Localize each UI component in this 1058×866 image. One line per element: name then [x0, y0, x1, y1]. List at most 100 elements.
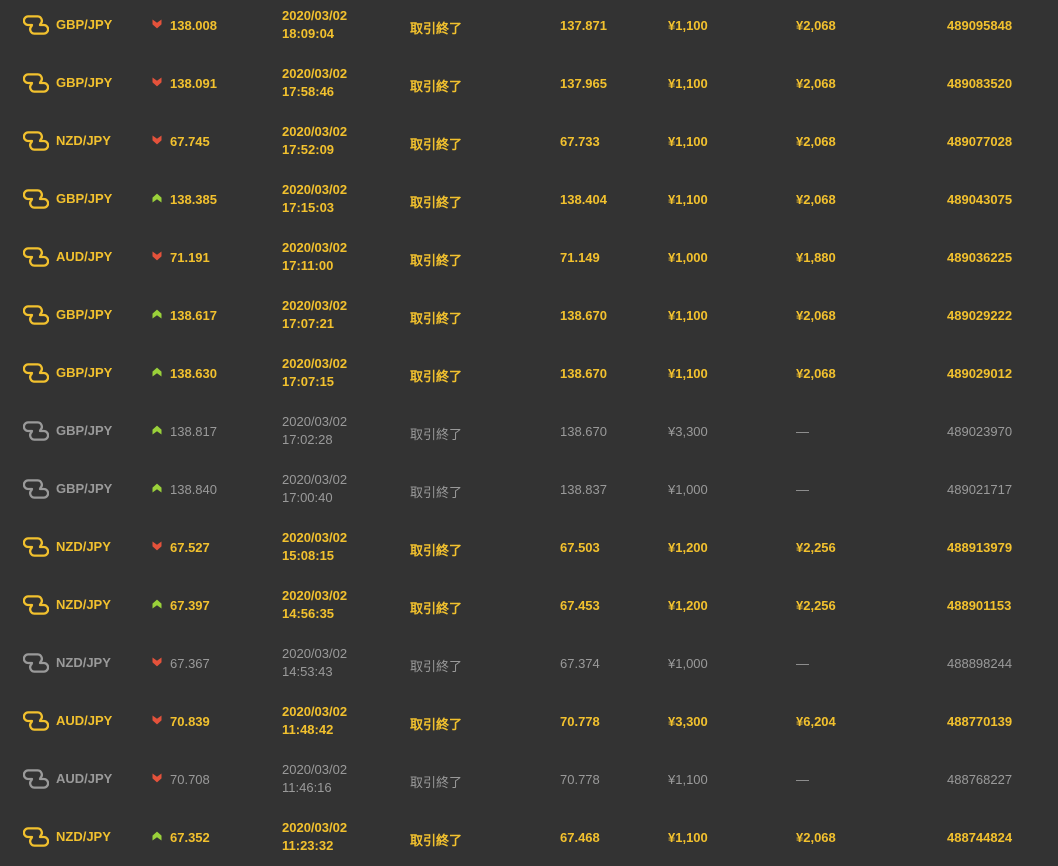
trade-id: 488770139	[947, 714, 1013, 729]
trade-payout: —	[796, 424, 809, 439]
trade-row[interactable]: GBP/JPY 138.840 2020/03/02 17:00:40 取引終了…	[0, 460, 1058, 518]
trade-row[interactable]: AUD/JPY 70.708 2020/03/02 11:46:16 取引終了 …	[0, 750, 1058, 808]
trade-amount: ¥1,000	[668, 656, 708, 671]
trade-date: 2020/03/02	[282, 472, 348, 487]
arrow-up-icon	[152, 483, 162, 493]
trade-amount: ¥1,100	[668, 18, 708, 33]
currency-pair: AUD/JPY	[56, 713, 113, 728]
trade-time: 11:46:16	[282, 780, 332, 795]
trade-amount: ¥1,200	[668, 540, 708, 555]
exchange-icon	[23, 14, 49, 36]
currency-pair: GBP/JPY	[56, 191, 113, 206]
arrow-up-icon	[152, 367, 162, 377]
close-rate: 67.453	[560, 598, 600, 613]
trade-amount: ¥1,100	[668, 772, 708, 787]
trade-date: 2020/03/02	[282, 762, 348, 777]
trade-row[interactable]: GBP/JPY 138.617 2020/03/02 17:07:21 取引終了…	[0, 286, 1058, 344]
trade-time: 18:09:04	[282, 26, 335, 41]
trade-row[interactable]: GBP/JPY 138.630 2020/03/02 17:07:15 取引終了…	[0, 344, 1058, 402]
open-rate: 138.630	[170, 366, 217, 381]
trade-timestamp: 2020/03/02 17:58:46	[282, 65, 347, 101]
trade-amount: ¥1,200	[668, 598, 708, 613]
trade-row[interactable]: NZD/JPY 67.352 2020/03/02 11:23:32 取引終了 …	[0, 808, 1058, 866]
open-rate: 67.745	[170, 134, 210, 149]
trade-row[interactable]: AUD/JPY 71.191 2020/03/02 17:11:00 取引終了 …	[0, 228, 1058, 286]
currency-pair: GBP/JPY	[56, 365, 113, 380]
arrow-up-icon	[152, 599, 162, 609]
trade-date: 2020/03/02	[282, 530, 348, 545]
close-rate: 67.503	[560, 540, 600, 555]
currency-pair: NZD/JPY	[56, 829, 111, 844]
close-rate: 67.468	[560, 830, 600, 845]
open-rate: 67.352	[170, 830, 210, 845]
trade-timestamp: 2020/03/02 14:53:43	[282, 645, 347, 681]
trade-amount: ¥1,000	[668, 250, 708, 265]
trade-time: 17:02:28	[282, 432, 333, 447]
trade-payout: ¥2,068	[796, 192, 836, 207]
trade-row[interactable]: GBP/JPY 138.008 2020/03/02 18:09:04 取引終了…	[0, 0, 1058, 54]
trade-date: 2020/03/02	[282, 182, 348, 197]
trade-time: 17:07:21	[282, 316, 335, 331]
arrow-up-icon	[152, 831, 162, 841]
close-rate: 138.670	[560, 366, 607, 381]
trade-date: 2020/03/02	[282, 820, 348, 835]
trade-time: 15:08:15	[282, 548, 335, 563]
trade-row[interactable]: NZD/JPY 67.397 2020/03/02 14:56:35 取引終了 …	[0, 576, 1058, 634]
trade-time: 17:00:40	[282, 490, 333, 505]
open-rate: 70.708	[170, 772, 210, 787]
currency-pair: AUD/JPY	[56, 249, 113, 264]
trade-payout: ¥2,068	[796, 830, 836, 845]
trade-status: 取引終了	[410, 21, 463, 36]
trade-row[interactable]: GBP/JPY 138.817 2020/03/02 17:02:28 取引終了…	[0, 402, 1058, 460]
close-rate: 70.778	[560, 772, 600, 787]
close-rate: 67.733	[560, 134, 600, 149]
trade-timestamp: 2020/03/02 17:07:21	[282, 297, 347, 333]
arrow-down-icon	[152, 135, 162, 145]
trade-status: 取引終了	[410, 79, 463, 94]
trade-date: 2020/03/02	[282, 356, 348, 371]
open-rate: 138.840	[170, 482, 217, 497]
currency-pair: GBP/JPY	[56, 307, 113, 322]
trade-time: 17:58:46	[282, 84, 335, 99]
currency-pair: GBP/JPY	[56, 17, 113, 32]
trade-row[interactable]: GBP/JPY 138.091 2020/03/02 17:58:46 取引終了…	[0, 54, 1058, 112]
trade-amount: ¥3,300	[668, 424, 708, 439]
trade-status: 取引終了	[410, 485, 463, 500]
currency-pair: GBP/JPY	[56, 423, 113, 438]
currency-pair: AUD/JPY	[56, 771, 113, 786]
trade-row[interactable]: AUD/JPY 70.839 2020/03/02 11:48:42 取引終了 …	[0, 692, 1058, 750]
trade-payout: ¥2,068	[796, 134, 836, 149]
trade-payout: ¥2,256	[796, 598, 836, 613]
trade-row[interactable]: NZD/JPY 67.745 2020/03/02 17:52:09 取引終了 …	[0, 112, 1058, 170]
open-rate: 67.397	[170, 598, 210, 613]
close-rate: 138.670	[560, 308, 607, 323]
trade-id: 488913979	[947, 540, 1013, 555]
arrow-down-icon	[152, 657, 162, 667]
trade-amount: ¥1,100	[668, 76, 708, 91]
arrow-up-icon	[152, 309, 162, 319]
trade-timestamp: 2020/03/02 11:23:32	[282, 819, 347, 855]
trade-id: 488898244	[947, 656, 1013, 671]
trade-id: 489021717	[947, 482, 1013, 497]
trade-row[interactable]: GBP/JPY 138.385 2020/03/02 17:15:03 取引終了…	[0, 170, 1058, 228]
trade-payout: —	[796, 656, 809, 671]
trade-status: 取引終了	[410, 137, 463, 152]
trade-row[interactable]: NZD/JPY 67.527 2020/03/02 15:08:15 取引終了 …	[0, 518, 1058, 576]
trade-time: 11:48:42	[282, 722, 334, 737]
trade-date: 2020/03/02	[282, 414, 348, 429]
trade-payout: —	[796, 482, 809, 497]
open-rate: 71.191	[170, 250, 210, 265]
trade-row[interactable]: NZD/JPY 67.367 2020/03/02 14:53:43 取引終了 …	[0, 634, 1058, 692]
trade-id: 488744824	[947, 830, 1013, 845]
trade-date: 2020/03/02	[282, 588, 348, 603]
currency-pair: NZD/JPY	[56, 597, 111, 612]
trade-amount: ¥1,100	[668, 134, 708, 149]
trade-amount: ¥1,100	[668, 192, 708, 207]
trade-status: 取引終了	[410, 369, 463, 384]
open-rate: 138.817	[170, 424, 217, 439]
arrow-down-icon	[152, 541, 162, 551]
trade-time: 17:11:00	[282, 258, 334, 273]
trade-time: 17:52:09	[282, 142, 335, 157]
arrow-up-icon	[152, 425, 162, 435]
trade-date: 2020/03/02	[282, 8, 348, 23]
